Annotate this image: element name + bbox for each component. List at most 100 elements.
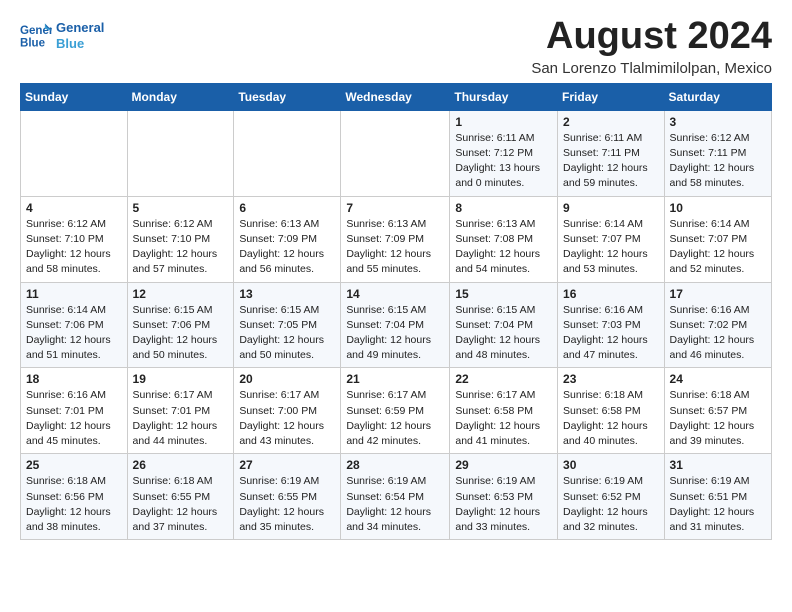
day-detail: Sunrise: 6:19 AMSunset: 6:55 PMDaylight:… [239, 474, 335, 535]
day-detail: Sunrise: 6:14 AMSunset: 7:06 PMDaylight:… [26, 303, 122, 364]
day-number: 28 [346, 458, 444, 472]
day-number: 12 [133, 287, 229, 301]
header-friday: Friday [558, 83, 665, 110]
day-detail: Sunrise: 6:15 AMSunset: 7:06 PMDaylight:… [133, 303, 229, 364]
day-cell: 7Sunrise: 6:13 AMSunset: 7:09 PMDaylight… [341, 196, 450, 282]
logo-icon: General Blue [20, 20, 52, 52]
day-number: 25 [26, 458, 122, 472]
day-number: 11 [26, 287, 122, 301]
header-saturday: Saturday [664, 83, 771, 110]
day-detail: Sunrise: 6:17 AMSunset: 7:00 PMDaylight:… [239, 388, 335, 449]
day-detail: Sunrise: 6:13 AMSunset: 7:09 PMDaylight:… [346, 217, 444, 278]
day-detail: Sunrise: 6:13 AMSunset: 7:09 PMDaylight:… [239, 217, 335, 278]
week-row-4: 18Sunrise: 6:16 AMSunset: 7:01 PMDayligh… [21, 368, 772, 454]
header-tuesday: Tuesday [234, 83, 341, 110]
day-cell: 21 Sunrise: 6:17 AMSunset: 6:59 PMDayligh… [341, 368, 450, 454]
day-cell: 6Sunrise: 6:13 AMSunset: 7:09 PMDaylight… [234, 196, 341, 282]
day-detail: Sunrise: 6:17 AMSunset: 7:01 PMDaylight:… [133, 388, 229, 449]
logo-line2: Blue [56, 36, 104, 52]
day-detail: Sunrise: 6:15 AMSunset: 7:05 PMDaylight:… [239, 303, 335, 364]
day-cell: 27 Sunrise: 6:19 AMSunset: 6:55 PMDayligh… [234, 454, 341, 540]
day-detail: Sunrise: 6:18 AMSunset: 6:56 PMDaylight:… [26, 474, 122, 535]
calendar-header-row: SundayMondayTuesdayWednesdayThursdayFrid… [21, 83, 772, 110]
day-detail: Sunrise: 6:15 AMSunset: 7:04 PMDaylight:… [455, 303, 552, 364]
week-row-1: 1Sunrise: 6:11 AMSunset: 7:12 PMDaylight… [21, 110, 772, 196]
day-detail: Sunrise: 6:18 AMSunset: 6:58 PMDaylight:… [563, 388, 659, 449]
day-cell: 3 Sunrise: 6:12 AMSunset: 7:11 PMDaylight… [664, 110, 771, 196]
svg-text:Blue: Blue [20, 38, 46, 50]
day-detail: Sunrise: 6:17 AMSunset: 6:58 PMDaylight:… [455, 388, 552, 449]
week-row-2: 4 Sunrise: 6:12 AMSunset: 7:10 PMDaylight… [21, 196, 772, 282]
day-detail: Sunrise: 6:11 AMSunset: 7:11 PMDaylight:… [563, 131, 659, 192]
day-cell: 1Sunrise: 6:11 AMSunset: 7:12 PMDaylight… [450, 110, 558, 196]
day-number: 18 [26, 372, 122, 386]
day-number: 30 [563, 458, 659, 472]
calendar-table: SundayMondayTuesdayWednesdayThursdayFrid… [20, 83, 772, 540]
day-detail: Sunrise: 6:17 AMSunset: 6:59 PMDaylight:… [346, 388, 444, 449]
day-detail: Sunrise: 6:12 AMSunset: 7:10 PMDaylight:… [26, 217, 122, 278]
day-cell: 24 Sunrise: 6:18 AMSunset: 6:57 PMDayligh… [664, 368, 771, 454]
day-cell: 17Sunrise: 6:16 AMSunset: 7:02 PMDayligh… [664, 282, 771, 368]
day-cell: 26Sunrise: 6:18 AMSunset: 6:55 PMDayligh… [127, 454, 234, 540]
day-detail: Sunrise: 6:15 AMSunset: 7:04 PMDaylight:… [346, 303, 444, 364]
day-number: 4 [26, 201, 122, 215]
day-detail: Sunrise: 6:18 AMSunset: 6:57 PMDaylight:… [670, 388, 766, 449]
day-number: 31 [670, 458, 766, 472]
day-cell: 2Sunrise: 6:11 AMSunset: 7:11 PMDaylight… [558, 110, 665, 196]
day-number: 24 [670, 372, 766, 386]
day-cell: 8Sunrise: 6:13 AMSunset: 7:08 PMDaylight… [450, 196, 558, 282]
day-cell: 28 Sunrise: 6:19 AMSunset: 6:54 PMDayligh… [341, 454, 450, 540]
day-cell [21, 110, 128, 196]
header-sunday: Sunday [21, 83, 128, 110]
day-cell: 20 Sunrise: 6:17 AMSunset: 7:00 PMDayligh… [234, 368, 341, 454]
day-number: 22 [455, 372, 552, 386]
month-title: August 2024 [531, 16, 772, 58]
day-cell [127, 110, 234, 196]
day-cell: 23Sunrise: 6:18 AMSunset: 6:58 PMDayligh… [558, 368, 665, 454]
day-cell: 18Sunrise: 6:16 AMSunset: 7:01 PMDayligh… [21, 368, 128, 454]
day-cell: 14 Sunrise: 6:15 AMSunset: 7:04 PMDayligh… [341, 282, 450, 368]
day-cell: 30 Sunrise: 6:19 AMSunset: 6:52 PMDayligh… [558, 454, 665, 540]
day-detail: Sunrise: 6:19 AMSunset: 6:54 PMDaylight:… [346, 474, 444, 535]
day-detail: Sunrise: 6:19 AMSunset: 6:53 PMDaylight:… [455, 474, 552, 535]
logo-line1: General [56, 20, 104, 36]
title-block: August 2024 San Lorenzo Tlalmimilolpan, … [531, 16, 772, 77]
day-cell: 31 Sunrise: 6:19 AMSunset: 6:51 PMDayligh… [664, 454, 771, 540]
day-number: 3 [670, 115, 766, 129]
day-number: 15 [455, 287, 552, 301]
day-number: 20 [239, 372, 335, 386]
day-cell: 12 Sunrise: 6:15 AMSunset: 7:06 PMDayligh… [127, 282, 234, 368]
day-number: 13 [239, 287, 335, 301]
day-number: 14 [346, 287, 444, 301]
day-detail: Sunrise: 6:13 AMSunset: 7:08 PMDaylight:… [455, 217, 552, 278]
day-number: 29 [455, 458, 552, 472]
page-header: General Blue General Blue August 2024 Sa… [20, 16, 772, 77]
calendar-body: 1Sunrise: 6:11 AMSunset: 7:12 PMDaylight… [21, 110, 772, 539]
day-number: 17 [670, 287, 766, 301]
day-detail: Sunrise: 6:19 AMSunset: 6:52 PMDaylight:… [563, 474, 659, 535]
day-cell: 25 Sunrise: 6:18 AMSunset: 6:56 PMDayligh… [21, 454, 128, 540]
header-monday: Monday [127, 83, 234, 110]
day-detail: Sunrise: 6:12 AMSunset: 7:11 PMDaylight:… [670, 131, 766, 192]
day-number: 10 [670, 201, 766, 215]
day-cell: 4 Sunrise: 6:12 AMSunset: 7:10 PMDaylight… [21, 196, 128, 282]
day-cell [341, 110, 450, 196]
day-detail: Sunrise: 6:12 AMSunset: 7:10 PMDaylight:… [133, 217, 229, 278]
day-cell: 22 Sunrise: 6:17 AMSunset: 6:58 PMDayligh… [450, 368, 558, 454]
day-detail: Sunrise: 6:16 AMSunset: 7:03 PMDaylight:… [563, 303, 659, 364]
day-number: 21 [346, 372, 444, 386]
day-number: 16 [563, 287, 659, 301]
day-cell: 9 Sunrise: 6:14 AMSunset: 7:07 PMDaylight… [558, 196, 665, 282]
week-row-5: 25 Sunrise: 6:18 AMSunset: 6:56 PMDayligh… [21, 454, 772, 540]
day-cell: 16 Sunrise: 6:16 AMSunset: 7:03 PMDayligh… [558, 282, 665, 368]
day-detail: Sunrise: 6:11 AMSunset: 7:12 PMDaylight:… [455, 131, 552, 192]
day-number: 9 [563, 201, 659, 215]
day-cell: 13 Sunrise: 6:15 AMSunset: 7:05 PMDayligh… [234, 282, 341, 368]
day-cell: 10Sunrise: 6:14 AMSunset: 7:07 PMDayligh… [664, 196, 771, 282]
logo: General Blue General Blue [20, 20, 104, 52]
header-thursday: Thursday [450, 83, 558, 110]
day-detail: Sunrise: 6:19 AMSunset: 6:51 PMDaylight:… [670, 474, 766, 535]
day-detail: Sunrise: 6:14 AMSunset: 7:07 PMDaylight:… [563, 217, 659, 278]
day-number: 27 [239, 458, 335, 472]
week-row-3: 11 Sunrise: 6:14 AMSunset: 7:06 PMDayligh… [21, 282, 772, 368]
